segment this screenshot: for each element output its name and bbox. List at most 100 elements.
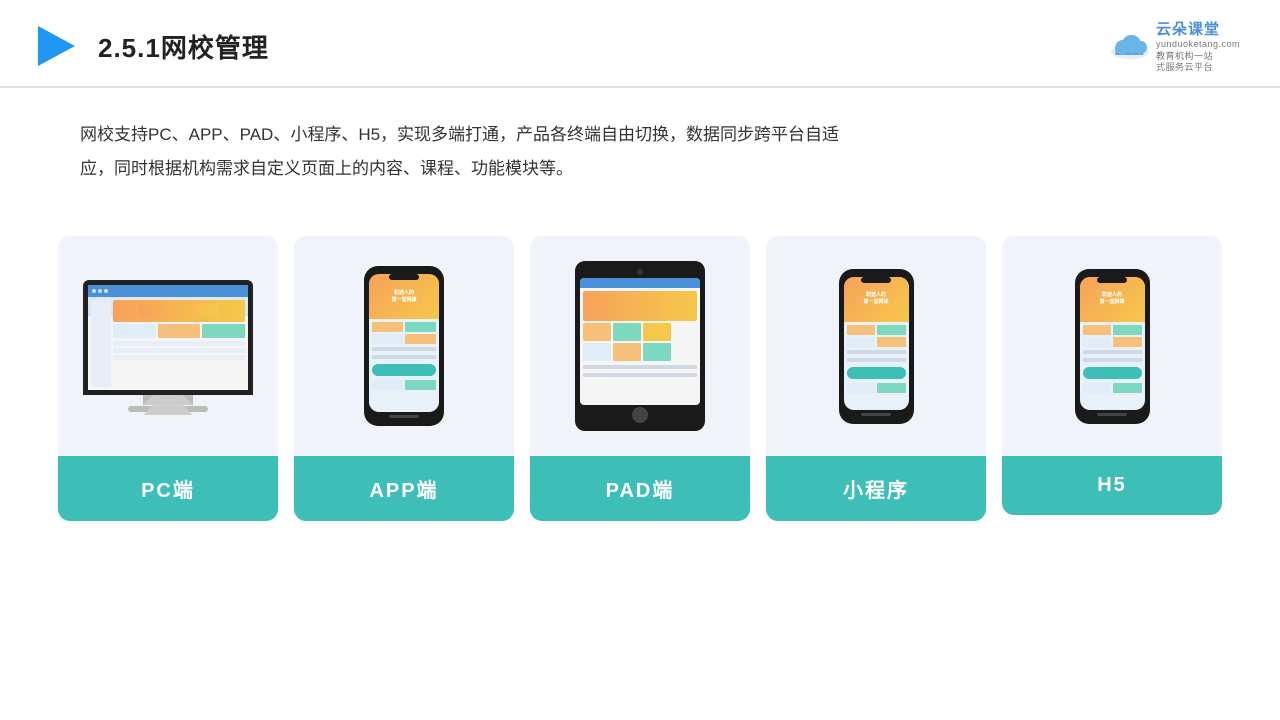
tablet-grid bbox=[583, 323, 697, 361]
tablet-screen bbox=[580, 278, 700, 405]
card-pad-label: PAD端 bbox=[530, 456, 750, 521]
phone-body bbox=[844, 322, 909, 396]
phone-block bbox=[1113, 325, 1142, 335]
phone-block bbox=[1083, 325, 1112, 335]
phone-cta bbox=[847, 367, 906, 379]
phone-block bbox=[847, 383, 876, 393]
phone-body bbox=[369, 319, 439, 393]
phone-home-bar bbox=[1097, 413, 1127, 416]
phone-block bbox=[372, 322, 403, 332]
tablet-cell bbox=[613, 323, 641, 341]
phone-home-bar bbox=[389, 415, 419, 418]
phone-block bbox=[1113, 383, 1142, 393]
phone-block bbox=[405, 334, 436, 344]
monitor-body bbox=[88, 297, 248, 390]
phone-body bbox=[1080, 322, 1145, 396]
card-pc-label: PC端 bbox=[58, 456, 278, 521]
phone-cta bbox=[1083, 367, 1142, 379]
tablet-cell bbox=[583, 343, 611, 361]
phone-row bbox=[847, 337, 906, 347]
tablet-cell bbox=[643, 323, 671, 341]
card-app: 职途人的第一堂网课 bbox=[294, 236, 514, 521]
logo-brand-name: 云朵课堂 bbox=[1156, 18, 1220, 39]
phone-mockup-h5: 职途人的第一堂网课 bbox=[1075, 269, 1150, 424]
monitor-nav bbox=[88, 285, 248, 297]
tablet-camera bbox=[637, 269, 643, 275]
card-h5-label: H5 bbox=[1002, 456, 1222, 515]
phone-text-line bbox=[847, 358, 906, 362]
brand-logo: 云朵课堂 yunduoketang.com 教育机构一站式服务云平台 bbox=[1108, 18, 1240, 74]
card-h5-image: 职途人的第一堂网课 bbox=[1002, 236, 1222, 456]
phone-block bbox=[1083, 383, 1112, 393]
card-miniprogram-label: 小程序 bbox=[766, 456, 986, 521]
row-line bbox=[113, 348, 245, 353]
header-left: 2.5.1网校管理 bbox=[30, 21, 269, 71]
monitor-card bbox=[202, 324, 245, 338]
tablet-home-button bbox=[632, 407, 648, 423]
tablet-nav bbox=[580, 278, 700, 288]
description-text: 网校支持PC、APP、PAD、小程序、H5，实现多端打通，产品各终端自由切换，数… bbox=[0, 88, 950, 196]
phone-block bbox=[405, 380, 436, 390]
monitor-rows bbox=[113, 341, 245, 360]
monitor-cards bbox=[113, 324, 245, 338]
phone-mockup: 职途人的第一堂网课 bbox=[364, 266, 444, 426]
card-app-image: 职途人的第一堂网课 bbox=[294, 236, 514, 456]
tablet-cell bbox=[583, 323, 611, 341]
phone-row bbox=[847, 325, 906, 335]
phone-banner-text: 职途人的第一堂网课 bbox=[1099, 292, 1124, 306]
phone-row bbox=[372, 334, 436, 344]
phone-block bbox=[877, 325, 906, 335]
phone-row bbox=[847, 383, 906, 393]
card-app-label: APP端 bbox=[294, 456, 514, 521]
phone-block bbox=[847, 337, 876, 347]
phone-notch bbox=[389, 274, 419, 280]
phone-block bbox=[877, 337, 906, 347]
card-miniprogram-image: 职途人的第一堂网课 bbox=[766, 236, 986, 456]
tablet-cell bbox=[643, 343, 671, 361]
card-h5: 职途人的第一堂网课 bbox=[1002, 236, 1222, 515]
monitor-banner bbox=[113, 300, 245, 322]
monitor-mockup bbox=[83, 280, 253, 412]
phone-screen: 职途人的第一堂网课 bbox=[844, 277, 909, 410]
phone-block bbox=[372, 380, 403, 390]
phone-banner-text: 职途人的第一堂网课 bbox=[391, 290, 416, 304]
tablet-banner bbox=[583, 291, 697, 321]
cloud-logo-container: 云朵课堂 yunduoketang.com 教育机构一站式服务云平台 bbox=[1108, 18, 1240, 74]
phone-screen: 职途人的第一堂网课 bbox=[369, 274, 439, 412]
tablet-line bbox=[583, 373, 697, 377]
page-title: 2.5.1网校管理 bbox=[98, 28, 269, 65]
phone-screen-top: 职途人的第一堂网课 bbox=[369, 274, 439, 319]
phone-home-bar bbox=[861, 413, 891, 416]
phone-screen: 职途人的第一堂网课 bbox=[1080, 277, 1145, 410]
phone-block bbox=[1113, 337, 1142, 347]
monitor-content bbox=[88, 285, 248, 390]
monitor-main bbox=[113, 300, 245, 387]
tablet-cell bbox=[613, 343, 641, 361]
header: 2.5.1网校管理 云朵课堂 yunduoketang.com 教育机构一站式服… bbox=[0, 0, 1280, 88]
phone-row bbox=[1083, 383, 1142, 393]
tablet-mockup bbox=[575, 261, 705, 431]
tablet-line bbox=[583, 365, 697, 369]
nav-dot bbox=[104, 289, 108, 293]
phone-text-line bbox=[372, 347, 436, 351]
logo-text-group: 云朵课堂 yunduoketang.com 教育机构一站式服务云平台 bbox=[1156, 18, 1240, 74]
phone-banner-text: 职途人的第一堂网课 bbox=[863, 292, 888, 306]
phone-mockup-mini: 职途人的第一堂网课 bbox=[839, 269, 914, 424]
logo-tagline: 教育机构一站式服务云平台 bbox=[1156, 51, 1213, 74]
card-pad-image bbox=[530, 236, 750, 456]
phone-notch bbox=[861, 277, 891, 283]
logo-arrow-icon bbox=[30, 21, 80, 71]
phone-row bbox=[1083, 337, 1142, 347]
phone-text-line bbox=[372, 355, 436, 359]
tablet-body bbox=[580, 288, 700, 405]
phone-row bbox=[372, 322, 436, 332]
phone-block bbox=[372, 334, 403, 344]
phone-row bbox=[372, 380, 436, 390]
cloud-icon bbox=[1108, 30, 1152, 62]
logo-url: yunduoketang.com bbox=[1156, 39, 1240, 51]
monitor-screen bbox=[83, 280, 253, 395]
card-pad: PAD端 bbox=[530, 236, 750, 521]
monitor-card bbox=[158, 324, 201, 338]
card-pc-image bbox=[58, 236, 278, 456]
nav-dot bbox=[98, 289, 102, 293]
